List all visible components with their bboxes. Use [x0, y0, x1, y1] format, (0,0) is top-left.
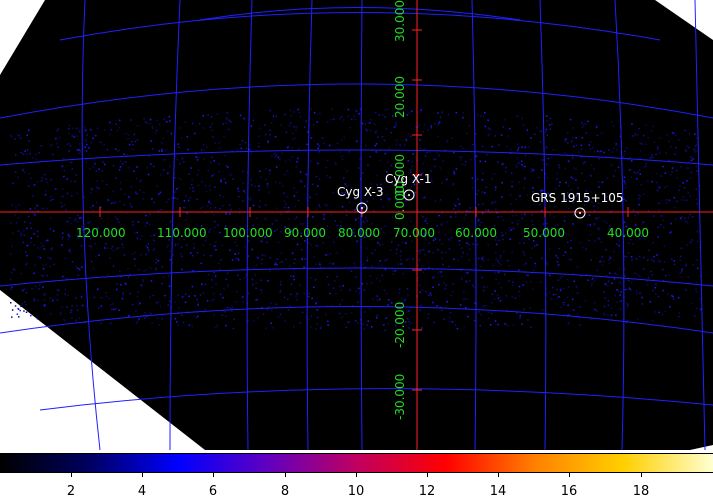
lat-label: 30.000: [393, 0, 407, 42]
lat-label: -30.000: [393, 374, 407, 420]
colorbar-tick-mark: [285, 473, 286, 477]
colorbar-tick-label: 8: [280, 484, 290, 499]
colorbar-tick-label: 6: [208, 484, 218, 499]
colorbar-tick-label: 2: [66, 484, 76, 499]
image-viewer[interactable]: 120.000 110.000 100.000 90.000 80.000 70…: [0, 0, 713, 450]
source-label: Cyg X-1: [385, 172, 432, 186]
lat-label: 20.000: [393, 76, 407, 118]
colorbar-tick-mark: [569, 473, 570, 477]
colorbar-tick-label: 18: [632, 484, 650, 499]
lon-label: 50.000: [523, 226, 565, 240]
colorbar-tick-mark: [356, 473, 357, 477]
lon-label: 120.000: [76, 226, 126, 240]
colorbar-tick-mark: [498, 473, 499, 477]
colorbar-tick-mark: [213, 473, 214, 477]
lon-label: 100.000: [223, 226, 273, 240]
colorbar-tick-label: 4: [137, 484, 147, 499]
colorbar-tick-mark: [427, 473, 428, 477]
sky-image[interactable]: 120.000 110.000 100.000 90.000 80.000 70…: [0, 0, 713, 450]
longitude-labels: 120.000 110.000 100.000 90.000 80.000 70…: [76, 226, 649, 240]
colorbar-tick-label: 10: [347, 484, 365, 499]
source-label: GRS 1915+105: [531, 191, 624, 205]
colorbar-tick-mark: [142, 473, 143, 477]
colorbar-tick-label: 14: [489, 484, 507, 499]
lon-label: 110.000: [157, 226, 207, 240]
colorbar-tick-label: 12: [418, 484, 436, 499]
lon-label: 70.000: [393, 226, 435, 240]
colorbar[interactable]: [0, 453, 713, 473]
colorbar-tick-mark: [641, 473, 642, 477]
image-footprint: [0, 0, 713, 450]
lon-label: 40.000: [607, 226, 649, 240]
lon-label: 80.000: [338, 226, 380, 240]
colorbar-tick-mark: [71, 473, 72, 477]
source-label: Cyg X-3: [337, 185, 384, 199]
lat-label: -20.000: [393, 302, 407, 348]
colorbar-tick-label: 16: [560, 484, 578, 499]
lon-label: 90.000: [284, 226, 326, 240]
lat-label: 0.000: [393, 186, 407, 220]
colorbar-panel: 2 4 6 8 10 12 14 16 18: [0, 450, 713, 499]
lon-label: 60.000: [455, 226, 497, 240]
